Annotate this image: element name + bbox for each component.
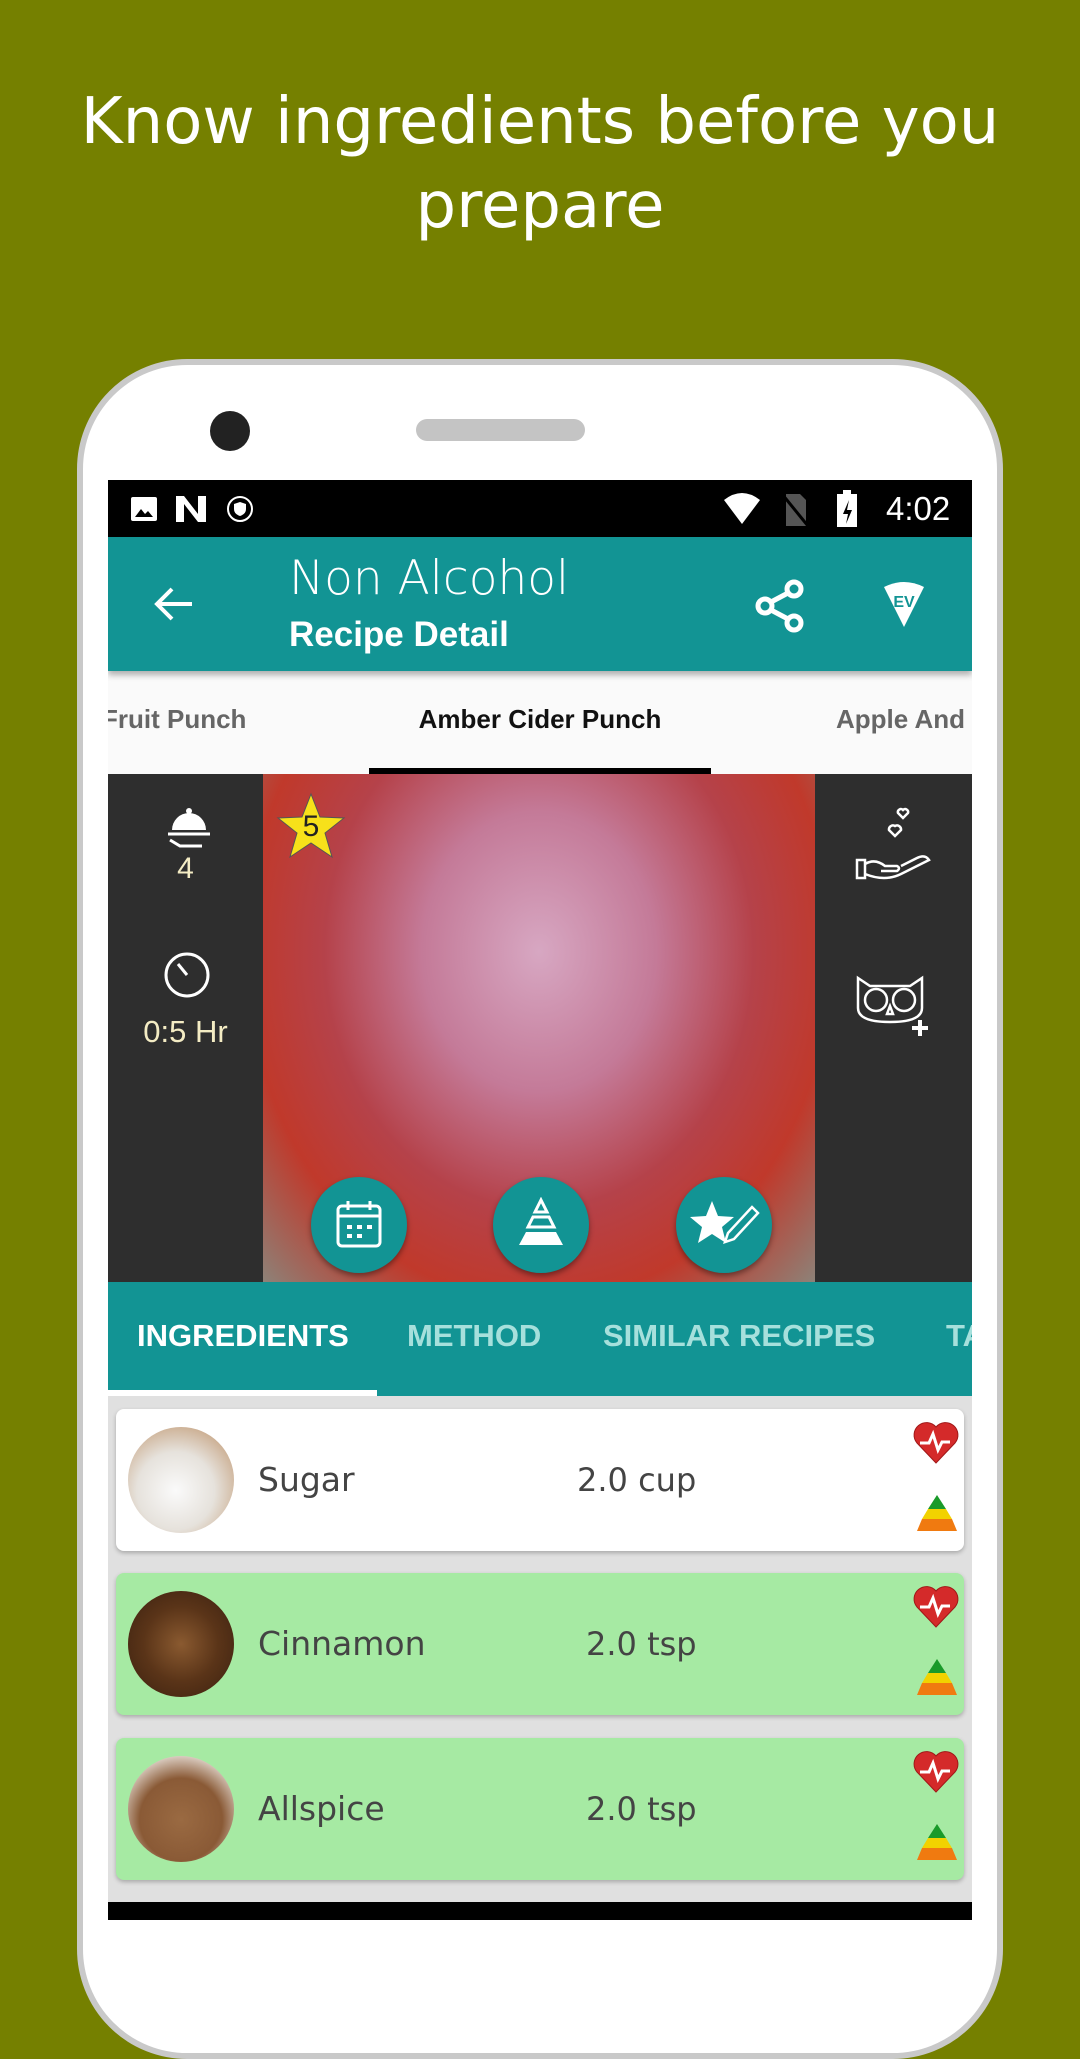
ingredient-name: Allspice [258, 1789, 385, 1828]
ev-logo-icon[interactable]: EV [882, 581, 926, 629]
nutrition-pyramid-icon[interactable] [916, 1657, 958, 1697]
tab-more[interactable]: TA [946, 1282, 972, 1390]
battery-charging-icon [837, 490, 857, 527]
nutrition-pyramid-icon[interactable] [916, 1493, 958, 1533]
ingredient-image [128, 1427, 234, 1533]
servings-value: 4 [177, 852, 194, 885]
phone-camera [210, 411, 250, 451]
tab-method[interactable]: METHOD [407, 1282, 541, 1390]
tab-similar-recipes[interactable]: SIMILAR RECIPES [603, 1282, 875, 1390]
headline-line-2: prepare [415, 169, 665, 243]
rate-review-button[interactable] [676, 1177, 772, 1273]
donate-hand-heart-icon[interactable] [853, 804, 937, 884]
nutrition-pyramid-icon[interactable] [916, 1822, 958, 1862]
no-sim-icon [780, 493, 810, 527]
health-heart-icon[interactable] [912, 1748, 960, 1794]
status-bar: 4:02 [108, 480, 972, 537]
app-screen: 4:02 Non Alcoholic Beve Recipe Detail EV… [108, 480, 972, 1920]
ingredient-image [128, 1591, 234, 1697]
ingredient-card-sugar[interactable]: Sugar 2.0 cup [116, 1409, 964, 1551]
toolbar-subtitle: Recipe Detail [289, 615, 509, 654]
toolbar: Non Alcoholic Beve Recipe Detail EV [108, 537, 972, 671]
vpn-shield-icon [227, 496, 253, 522]
back-arrow-icon[interactable] [152, 583, 194, 625]
image-icon [131, 497, 157, 521]
rate-review-icon [690, 1201, 760, 1244]
status-time: 4:02 [886, 490, 951, 527]
promo-headline: Know ingredients before you prepare [0, 80, 1080, 248]
recipe-tab-fruit-punch[interactable]: Fruit Punch [108, 671, 246, 768]
timer-icon [164, 952, 210, 998]
recipe-tab-amber-cider-punch[interactable]: Amber Cider Punch [369, 671, 711, 768]
rating-value: 5 [302, 810, 320, 843]
health-heart-icon[interactable] [912, 1419, 960, 1465]
ingredient-name: Cinnamon [258, 1624, 426, 1663]
n-icon [176, 496, 206, 522]
nutrition-pyramid-button[interactable] [493, 1177, 589, 1273]
svg-text:EV: EV [893, 594, 915, 611]
ingredient-quantity: 2.0 cup [577, 1461, 697, 1499]
ingredient-card-cinnamon[interactable]: Cinnamon 2.0 tsp [116, 1573, 964, 1715]
add-to-calendar-button[interactable] [311, 1177, 407, 1273]
wifi-icon [724, 493, 760, 524]
phone-speaker [416, 419, 585, 441]
section-tab-indicator [108, 1390, 377, 1396]
calendar-icon [336, 1201, 382, 1248]
ingredient-image [128, 1756, 234, 1862]
time-value: 0:5 Hr [143, 1014, 228, 1049]
health-heart-icon[interactable] [912, 1583, 960, 1629]
food-pyramid-icon [519, 1197, 563, 1245]
owl-add-icon[interactable] [854, 974, 932, 1038]
tab-ingredients[interactable]: INGREDIENTS [137, 1282, 349, 1390]
ingredient-name: Sugar [258, 1460, 355, 1499]
servings-cloche-icon [168, 808, 210, 848]
ingredient-card-allspice[interactable]: Allspice 2.0 tsp [116, 1738, 964, 1880]
section-tab-bar: INGREDIENTS METHOD SIMILAR RECIPES TA [108, 1282, 972, 1396]
navigation-bar [108, 1902, 972, 1920]
share-icon[interactable] [754, 579, 806, 633]
recipe-hero: 5 4 0:5 Hr [108, 774, 972, 1282]
ingredient-quantity: 2.0 tsp [586, 1625, 697, 1663]
recipe-tab-apple-and[interactable]: Apple And [836, 671, 965, 768]
recipe-tab-strip: Fruit Punch Amber Cider Punch Apple And [108, 671, 972, 774]
ingredient-quantity: 2.0 tsp [586, 1790, 697, 1828]
toolbar-title: Non Alcoholic Beve [289, 551, 569, 606]
headline-line-1: Know ingredients before you [80, 85, 1000, 159]
